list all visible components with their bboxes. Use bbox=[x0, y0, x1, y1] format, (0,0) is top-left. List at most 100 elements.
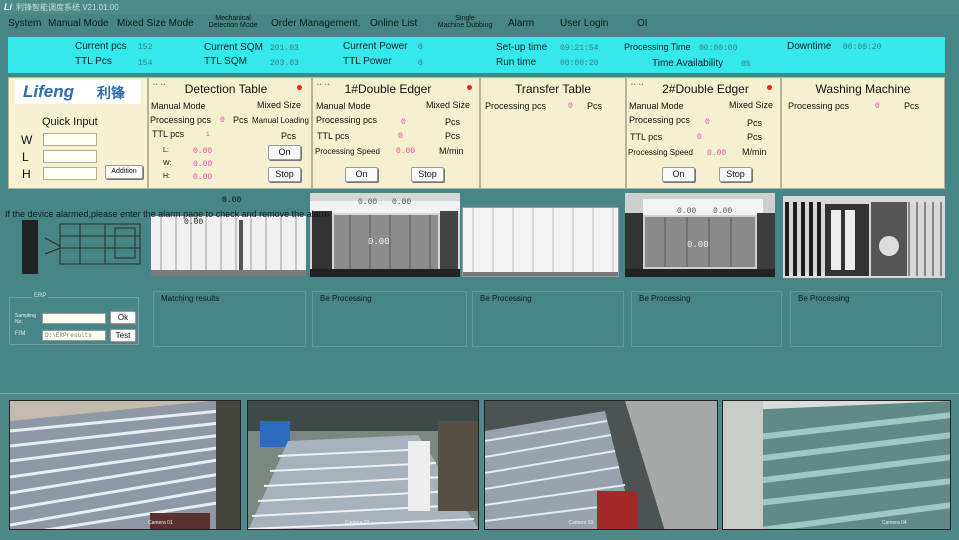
camera-feed-1[interactable]: Camera 01 bbox=[9, 400, 241, 530]
detection-table-image: 0.00 0.00 bbox=[151, 196, 306, 276]
l-dim-label: L: bbox=[163, 147, 169, 154]
addition-button[interactable]: Addition bbox=[105, 165, 143, 179]
w-dim-value: 0.00 bbox=[193, 160, 213, 169]
current-sqm-value: 201.03 bbox=[270, 44, 299, 53]
camera-label: Camera 04 bbox=[881, 520, 907, 526]
current-power-value: 0 bbox=[418, 43, 423, 52]
current-pcs-label: Current pcs bbox=[75, 41, 127, 52]
menu-mixed-size-mode[interactable]: Mixed Size Mode bbox=[117, 18, 194, 29]
w-dim-label: W: bbox=[163, 160, 172, 167]
loading-machine-image bbox=[20, 218, 150, 276]
sampling-input[interactable] bbox=[42, 313, 106, 324]
camera-feed-2[interactable]: Camera 02 bbox=[247, 400, 479, 530]
edger1-on-button[interactable]: On bbox=[345, 167, 378, 182]
camera-feed-4[interactable]: Camera 04 bbox=[722, 400, 951, 530]
setup-time-value: 09:21:54 bbox=[560, 44, 599, 53]
edger2-on-button[interactable]: On bbox=[662, 167, 695, 182]
processing-time-label: Processing Time bbox=[624, 42, 691, 52]
ttl-pcs-value: 1 bbox=[206, 131, 210, 138]
washing-machine-title: Washing Machine bbox=[815, 82, 911, 96]
lifeng-logo-cn: 利锋 bbox=[97, 85, 125, 101]
width-input[interactable] bbox=[43, 133, 97, 146]
matching-results-box: Matching results bbox=[153, 291, 306, 347]
h-dim-value: 0.00 bbox=[193, 173, 213, 182]
edger1-image: 0.00 0.00 0.00 bbox=[310, 193, 460, 277]
sampling-label: Sampling No: bbox=[15, 313, 36, 325]
result-label: Be Processing bbox=[320, 294, 372, 303]
edger2-stop-button[interactable]: Stop bbox=[719, 167, 752, 182]
path-input[interactable]: D:\ERPresults bbox=[42, 330, 106, 341]
erp-test-button[interactable]: Test bbox=[110, 329, 136, 342]
menu-order-management[interactable]: Order Management. bbox=[271, 18, 361, 29]
manual-mode-label: Manual Mode bbox=[316, 101, 371, 111]
alarm-indicator bbox=[767, 85, 772, 90]
length-input[interactable] bbox=[43, 150, 97, 163]
menu-manual-mode[interactable]: Manual Mode bbox=[48, 18, 109, 29]
ttl-pcs-value: 0 bbox=[697, 133, 702, 142]
erp-title: ERP bbox=[32, 293, 49, 299]
processing-pcs-label: Processing pcs bbox=[788, 101, 850, 111]
ttl-pcs-unit: Pcs bbox=[747, 132, 763, 142]
w-label: W bbox=[21, 133, 33, 147]
menu-online-list[interactable]: Online List bbox=[370, 18, 417, 29]
edger1-stop-button[interactable]: Stop bbox=[411, 167, 444, 182]
pcs-unit: Pcs bbox=[233, 115, 249, 125]
h-label: H bbox=[22, 167, 31, 181]
ttl-pcs-label: TTL Pcs bbox=[75, 56, 112, 67]
detection-stop-button[interactable]: Stop bbox=[268, 167, 301, 182]
menu-user-login[interactable]: User Login bbox=[560, 18, 608, 29]
processing-speed-label: Processing Speed bbox=[628, 148, 693, 157]
erp-ok-button[interactable]: Ok bbox=[110, 311, 136, 324]
h-dim-label: H: bbox=[163, 173, 170, 180]
ttl-pcs-label: TTL pcs bbox=[630, 132, 663, 142]
menu-oi[interactable]: OI bbox=[637, 18, 648, 29]
edger2-title: 2#Double Edger bbox=[662, 82, 749, 96]
ttl-pcs-unit: Pcs bbox=[445, 131, 461, 141]
lifeng-logo-text: Lifeng bbox=[23, 82, 74, 101]
camera-feed-3[interactable]: Camera 03 bbox=[484, 400, 718, 530]
menu-single-line2: Machine Dubbing bbox=[437, 22, 493, 29]
detection-on-button[interactable]: On bbox=[268, 145, 301, 160]
overlay-value: 0.00 bbox=[687, 240, 709, 250]
app-title: 利锋智能调度系统 V21.01.00 bbox=[16, 2, 119, 12]
ttl-pcs-label: TTL pcs bbox=[152, 129, 185, 139]
overlay-value: 0.00 bbox=[392, 198, 412, 207]
l-dim-value: 0.00 bbox=[193, 147, 213, 156]
lifeng-logo: Lifeng 利锋 bbox=[15, 80, 141, 104]
time-availability-value: 0% bbox=[741, 60, 751, 69]
processing-pcs-label: Processing pcs bbox=[485, 101, 547, 111]
edger2-panel: •• •• 2#Double Edger Manual Mode Mixed S… bbox=[626, 77, 781, 189]
processing-pcs-value: 0 bbox=[401, 118, 406, 127]
processing-speed-value: 0.00 bbox=[707, 149, 727, 158]
ttl-pcs-value: 0 bbox=[398, 132, 403, 141]
current-sqm-label: Current SQM bbox=[204, 42, 263, 53]
run-time-label: Run time bbox=[496, 57, 537, 68]
overlay-value: 0.00 bbox=[368, 237, 390, 247]
run-time-value: 00:00:20 bbox=[560, 59, 599, 68]
time-availability-label: Time Availability bbox=[652, 58, 724, 69]
path-label: F/M bbox=[15, 331, 26, 337]
quick-input-panel: Lifeng 利锋 Quick Input W L H Addition bbox=[8, 77, 148, 189]
ttl-power-label: TTL Power bbox=[343, 56, 392, 67]
menu-mechanical-detection[interactable]: Mechanical Detection Mode bbox=[203, 15, 263, 29]
result-label: Matching results bbox=[161, 294, 220, 303]
processing-pcs-value: 0 bbox=[220, 116, 225, 125]
alarm-hint-text: If the device alarmed,please enter the a… bbox=[5, 209, 330, 219]
manual-mode-label: Manual Mode bbox=[629, 101, 684, 111]
erp-box: ERP Sampling No: Ok F/M D:\ERPresults Te… bbox=[9, 293, 139, 345]
ttl-pcs-label: TTL pcs bbox=[317, 131, 350, 141]
processing-pcs-value: 0 bbox=[568, 102, 573, 111]
overlay-value: 0.00 bbox=[222, 196, 242, 205]
mixed-size-label: Mixed Size bbox=[729, 100, 774, 110]
menu-alarm[interactable]: Alarm bbox=[508, 18, 534, 29]
detection-table-panel: •• •• Detection Table Manual Mode Mixed … bbox=[148, 77, 312, 189]
current-pcs-value: 152 bbox=[138, 43, 153, 52]
pcs-unit: Pcs bbox=[445, 117, 461, 127]
menu-single-line1: Single bbox=[455, 15, 475, 22]
height-input[interactable] bbox=[43, 167, 97, 180]
processing-pcs-label: Processing pcs bbox=[150, 115, 212, 125]
menu-mechanical-line2: Detection Mode bbox=[208, 22, 258, 29]
manual-loading-label[interactable]: Manual Loading bbox=[252, 116, 309, 125]
menu-system[interactable]: System bbox=[8, 18, 41, 29]
menu-single-machine-dubbing[interactable]: Single Machine Dubbing bbox=[432, 15, 498, 29]
